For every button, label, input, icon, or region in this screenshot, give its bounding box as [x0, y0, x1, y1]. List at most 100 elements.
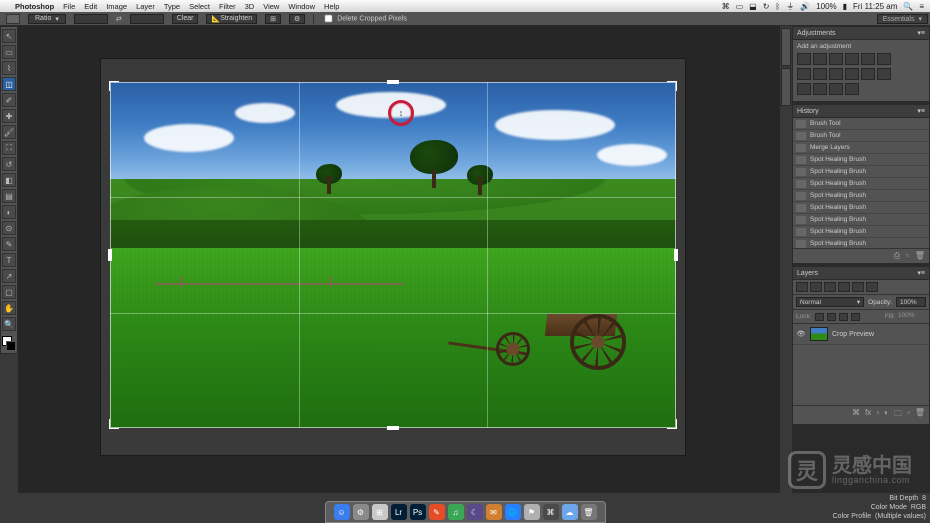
- dock-app-icon[interactable]: 🗑: [581, 504, 597, 520]
- layers-tab[interactable]: Layers: [797, 270, 818, 277]
- menu-3d[interactable]: 3D: [245, 2, 255, 11]
- path-tool[interactable]: ↗: [2, 269, 16, 283]
- ratio-height-input[interactable]: [130, 14, 164, 24]
- history-item[interactable]: Spot Healing Brush: [793, 154, 929, 166]
- adj-invert-icon[interactable]: [861, 68, 875, 80]
- layer-trash-icon[interactable]: 🗑: [915, 408, 925, 422]
- history-item[interactable]: Merge Layers: [793, 142, 929, 154]
- history-item[interactable]: Spot Healing Brush: [793, 214, 929, 226]
- lock-trans-icon[interactable]: [815, 313, 824, 321]
- lock-all-icon[interactable]: [851, 313, 860, 321]
- brush-tool[interactable]: 🖌: [2, 125, 16, 139]
- menu-help[interactable]: Help: [324, 2, 339, 11]
- marquee-tool[interactable]: ▭: [2, 45, 16, 59]
- dock-app-icon[interactable]: ☾: [467, 504, 483, 520]
- gradient-tool[interactable]: ▤: [2, 189, 16, 203]
- background-color[interactable]: [6, 341, 16, 351]
- eyedropper-tool[interactable]: ✐: [2, 93, 16, 107]
- lock-pixel-icon[interactable]: [827, 313, 836, 321]
- dock-app-icon[interactable]: ⚑: [524, 504, 540, 520]
- layer-group-icon[interactable]: 🗀: [894, 408, 902, 422]
- history-brush-tool[interactable]: ↺: [2, 157, 16, 171]
- history-item[interactable]: Spot Healing Brush: [793, 190, 929, 202]
- lock-pos-icon[interactable]: [839, 313, 848, 321]
- menu-view[interactable]: View: [263, 2, 279, 11]
- history-item[interactable]: Spot Healing Brush: [793, 166, 929, 178]
- dodge-tool[interactable]: ⊙: [2, 221, 16, 235]
- battery-icon[interactable]: ▮: [843, 2, 847, 11]
- layer-filter-pixel-icon[interactable]: [810, 282, 822, 292]
- adj-mixer-icon[interactable]: [829, 68, 843, 80]
- menu-file[interactable]: File: [63, 2, 75, 11]
- dock-app-icon[interactable]: ☁: [562, 504, 578, 520]
- dock-app-icon[interactable]: ♫: [448, 504, 464, 520]
- battery-text[interactable]: 100%: [816, 2, 836, 11]
- lasso-tool[interactable]: ⌇: [2, 61, 16, 75]
- crop-options-button[interactable]: ⚙: [289, 14, 305, 24]
- move-tool[interactable]: ↖: [2, 29, 16, 43]
- bluetooth-icon[interactable]: ᛒ: [775, 2, 780, 11]
- history-item[interactable]: Spot Healing Brush: [793, 238, 929, 248]
- notification-icon[interactable]: ≡: [919, 2, 924, 11]
- menu-type[interactable]: Type: [164, 2, 180, 11]
- hand-tool[interactable]: ✋: [2, 301, 16, 315]
- swap-icon[interactable]: ⇄: [116, 15, 122, 23]
- zoom-tool[interactable]: 🔍: [2, 317, 16, 331]
- menu-filter[interactable]: Filter: [219, 2, 236, 11]
- history-item[interactable]: Spot Healing Brush: [793, 202, 929, 214]
- dock-app-icon[interactable]: ⊞: [372, 504, 388, 520]
- adj-hue-icon[interactable]: [877, 53, 891, 65]
- collapsed-panels[interactable]: [780, 26, 792, 493]
- dock-app-icon[interactable]: ✉: [486, 504, 502, 520]
- ratio-width-input[interactable]: [74, 14, 108, 24]
- menu-window[interactable]: Window: [288, 2, 315, 11]
- adj-bw-icon[interactable]: [797, 68, 811, 80]
- visibility-icon[interactable]: 👁: [796, 330, 806, 338]
- dock-app-icon[interactable]: ⌘: [543, 504, 559, 520]
- layer-filter-adj-icon[interactable]: [824, 282, 836, 292]
- history-item[interactable]: Spot Healing Brush: [793, 226, 929, 238]
- spotlight-icon[interactable]: 🔍: [903, 2, 913, 11]
- opacity-input[interactable]: 100%: [896, 297, 926, 307]
- blur-tool[interactable]: ◐: [2, 205, 16, 219]
- adj-lookup-icon[interactable]: [845, 68, 859, 80]
- history-new-icon[interactable]: ▫: [906, 251, 909, 261]
- history-item[interactable]: Spot Healing Brush: [793, 178, 929, 190]
- adj-exposure-icon[interactable]: [845, 53, 859, 65]
- adj-vibrance-icon[interactable]: [861, 53, 875, 65]
- type-tool[interactable]: T: [2, 253, 16, 267]
- dropbox-icon[interactable]: ⬓: [749, 2, 757, 11]
- shape-tool[interactable]: ▢: [2, 285, 16, 299]
- blend-mode-dropdown[interactable]: Normal▾: [796, 297, 864, 307]
- layer-link-icon[interactable]: ⌘: [852, 408, 860, 422]
- workspace-switcher[interactable]: Essentials▾: [877, 14, 928, 24]
- adj-selcolor-icon[interactable]: [829, 83, 843, 95]
- eraser-tool[interactable]: ◧: [2, 173, 16, 187]
- dock-app-icon[interactable]: ⚙: [353, 504, 369, 520]
- volume-icon[interactable]: 🔊: [800, 2, 810, 11]
- pen-tool[interactable]: ✎: [2, 237, 16, 251]
- sync-icon[interactable]: ↻: [763, 2, 770, 11]
- menu-image[interactable]: Image: [106, 2, 127, 11]
- dock-app-icon[interactable]: ☺: [334, 504, 350, 520]
- adj-poster-icon[interactable]: [877, 68, 891, 80]
- layer-fx-icon[interactable]: fx: [865, 408, 871, 422]
- layer-filter-smart-icon[interactable]: [866, 282, 878, 292]
- adj-gradmap-icon[interactable]: [813, 83, 827, 95]
- menu-select[interactable]: Select: [189, 2, 210, 11]
- history-item[interactable]: Brush Tool: [793, 130, 929, 142]
- camera-icon[interactable]: ⌘: [722, 2, 730, 11]
- layer-filter-kind[interactable]: [796, 282, 808, 292]
- straighten-button[interactable]: 📐 Straighten: [206, 14, 257, 24]
- crop-tool-icon[interactable]: [6, 14, 20, 24]
- history-trash-icon[interactable]: 🗑: [915, 251, 925, 261]
- history-item[interactable]: Brush Tool: [793, 118, 929, 130]
- layer-new-icon[interactable]: ▫: [907, 408, 910, 422]
- adjustments-tab[interactable]: Adjustments: [797, 30, 836, 37]
- dock-app-icon[interactable]: ✎: [429, 504, 445, 520]
- delete-cropped-checkbox[interactable]: Delete Cropped Pixels: [322, 12, 407, 25]
- fill-input[interactable]: 100%: [898, 312, 926, 321]
- crop-tool[interactable]: ◫: [2, 77, 16, 91]
- layer-adj-icon[interactable]: ◐: [884, 408, 889, 422]
- history-tab[interactable]: History: [797, 108, 819, 115]
